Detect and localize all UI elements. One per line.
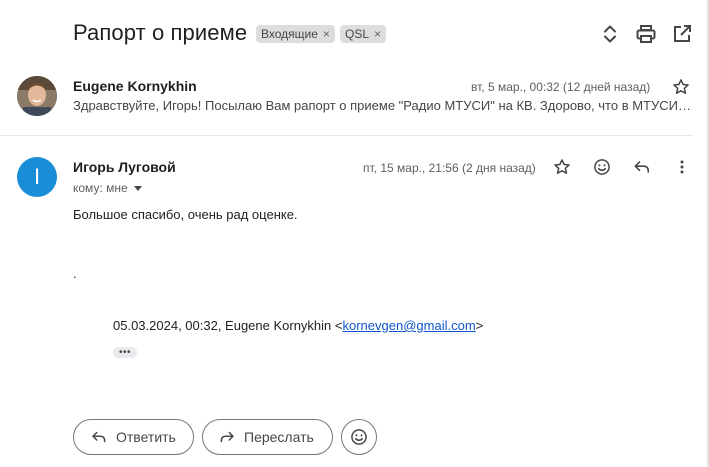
email-thread-view: Рапорт о приеме Входящие × QSL × Eugene …	[0, 0, 709, 467]
recipients-text: кому: мне	[73, 181, 128, 195]
recipients-toggle[interactable]: кому: мне	[73, 181, 142, 195]
label-chip-qsl[interactable]: QSL ×	[340, 25, 387, 43]
caret-down-icon	[133, 185, 142, 191]
message-date: вт, 5 мар., 00:32 (12 дней назад)	[471, 80, 651, 94]
star-icon[interactable]	[671, 77, 691, 97]
reply-label: Ответить	[116, 429, 176, 445]
message-date: пт, 15 мар., 21:56 (2 дня назад)	[363, 161, 536, 175]
forward-button[interactable]: Переслать	[202, 419, 333, 455]
open-in-new-window-icon[interactable]	[670, 22, 694, 46]
reply-icon	[92, 431, 106, 443]
avatar-photo	[17, 76, 57, 116]
quote-email-link[interactable]: kornevgen@gmail.com	[343, 318, 476, 333]
star-icon[interactable]	[552, 157, 572, 177]
message-body-dot: .	[73, 266, 77, 281]
forward-label: Переслать	[244, 429, 314, 445]
sender-name[interactable]: Eugene Kornykhin	[73, 78, 197, 94]
sender-name[interactable]: Игорь Луговой	[73, 159, 176, 175]
emoji-reaction-button[interactable]	[341, 419, 377, 455]
avatar[interactable]	[17, 76, 57, 116]
message-divider	[0, 135, 693, 136]
expand-collapse-icon[interactable]	[598, 22, 622, 46]
label-chip-inbox[interactable]: Входящие ×	[256, 25, 335, 43]
avatar[interactable]: I	[17, 157, 57, 197]
reply-button[interactable]: Ответить	[73, 419, 194, 455]
remove-label-icon[interactable]: ×	[323, 27, 330, 41]
print-icon[interactable]	[634, 22, 658, 46]
reply-icon[interactable]	[632, 157, 652, 177]
label-chip-text: Входящие	[261, 27, 318, 41]
show-trimmed-content-button[interactable]: •••	[113, 347, 137, 358]
remove-label-icon[interactable]: ×	[374, 27, 381, 41]
more-vert-icon[interactable]	[672, 157, 692, 177]
label-chip-text: QSL	[345, 27, 370, 41]
quote-header: 05.03.2024, 00:32, Eugene Kornykhin <kor…	[113, 318, 483, 333]
emoji-reaction-icon[interactable]	[592, 157, 612, 177]
emoji-icon	[351, 429, 367, 445]
forward-icon	[220, 431, 234, 443]
quote-suffix: >	[475, 318, 484, 333]
quote-prefix: 05.03.2024, 00:32, Eugene Kornykhin <	[113, 318, 343, 333]
message-snippet[interactable]: Здравствуйте, Игорь! Посылаю Вам рапорт …	[73, 98, 693, 113]
thread-subject: Рапорт о приеме	[73, 20, 248, 45]
message-body: Большое спасибо, очень рад оценке.	[73, 207, 298, 222]
